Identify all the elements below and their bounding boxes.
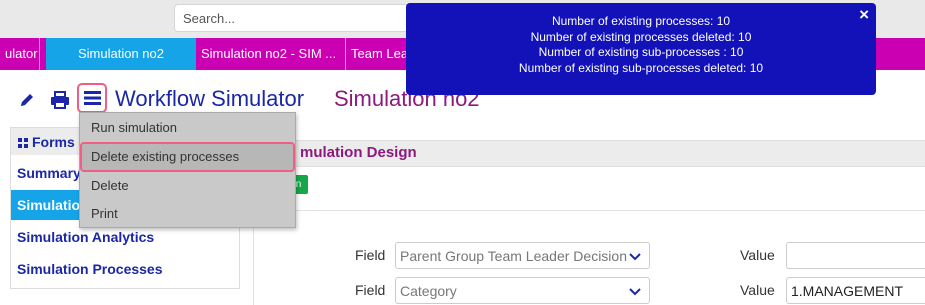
value-label: Value [740,282,775,298]
actions-menu: Run simulation Delete existing processes… [79,112,296,228]
menu-toggle-button[interactable] [77,83,107,113]
forms-header-label: Forms [32,134,75,150]
menu-item-delete[interactable]: Delete [81,172,294,200]
hamburger-icon [84,91,101,110]
field-select-value: Parent Group Team Leader Decision [400,248,627,264]
field-select[interactable]: Category [395,277,650,304]
section-title: mulation Design [300,144,417,161]
toast-line: Number of existing processes deleted: 10 [530,29,752,44]
field-select[interactable]: Parent Group Team Leader Decision [395,242,650,269]
toast-line: Number of existing processes: 10 [551,14,731,28]
menu-item-run-simulation[interactable]: Run simulation [81,114,294,142]
field-select-value: Category [400,283,457,299]
edit-icon[interactable] [19,92,35,113]
value-input[interactable]: 1.MANAGEMENT [786,277,925,304]
grid-icon [18,135,28,151]
close-icon[interactable]: × [859,5,869,25]
toast-line: Number of existing sub-processes deleted… [518,60,764,75]
chevron-down-icon [629,249,641,265]
app-title: Workflow Simulator [115,86,305,111]
sidebar-item-simulation-processes[interactable]: Simulation Processes [11,254,239,284]
divider [256,210,925,211]
menu-item-delete-existing-processes[interactable]: Delete existing processes [80,142,295,172]
field-label: Field [355,282,386,298]
field-label: Field [355,247,386,263]
value-input[interactable] [786,242,925,269]
value-label: Value [740,247,775,263]
tab-workflow-simulator[interactable]: ulator [0,38,40,70]
print-icon[interactable] [50,91,70,114]
chevron-down-icon [629,284,641,300]
toast-line: Number of existing sub-processes : 10 [538,45,744,59]
tab-simulation-no2[interactable]: Simulation no2 [46,38,196,70]
menu-item-print[interactable]: Print [81,200,294,228]
tab-team-leader[interactable]: Team Lea [346,38,406,70]
tab-simulation-no2-sim[interactable]: Simulation no2 - SIM ... [196,38,346,70]
notification-toast: × Number of existing processes: 10 Numbe… [406,3,876,95]
